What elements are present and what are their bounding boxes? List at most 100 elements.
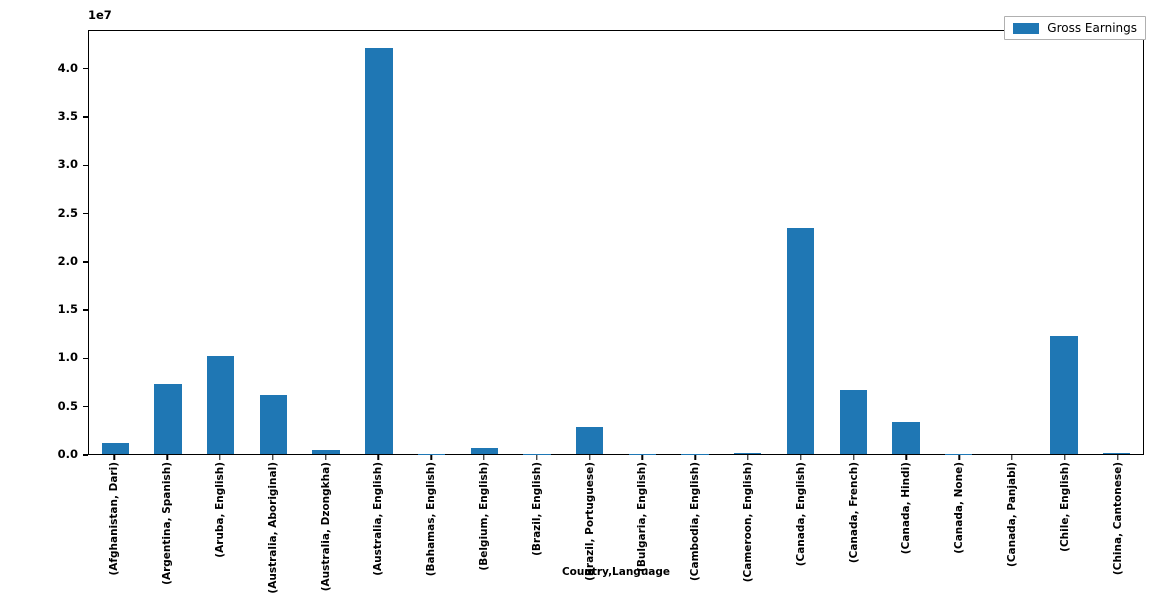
x-axis-tick-label: (Canada, French) <box>848 462 860 563</box>
bar-slot <box>985 31 1038 454</box>
bar[interactable] <box>102 443 129 454</box>
x-axis-tick-label: (Brazil, English) <box>531 462 543 556</box>
x-axis-tick-label: (China, Cantonese) <box>1112 462 1124 575</box>
bar-slot <box>142 31 195 454</box>
y-axis-tick-label: 3.0 <box>58 157 78 171</box>
bar-slot <box>511 31 564 454</box>
x-axis-tick-mark <box>536 455 537 460</box>
bar[interactable] <box>734 453 761 454</box>
x-axis-tick-mark <box>958 455 959 460</box>
x-axis-tick: (Bulgaria, English) <box>616 455 669 565</box>
x-axis-tick: (Chile, English) <box>1038 455 1091 565</box>
x-axis-tick-label: (Aruba, English) <box>214 462 226 558</box>
bar[interactable] <box>1103 453 1130 454</box>
x-axis-tick-label: (Bahamas, English) <box>425 462 437 576</box>
x-axis-tick-label: (Canada, Panjabi) <box>1006 462 1018 567</box>
bar[interactable] <box>1050 336 1077 454</box>
x-axis-tick-mark <box>272 455 273 460</box>
x-axis-tick: (China, Cantonese) <box>1091 455 1144 565</box>
x-axis-tick-mark <box>642 455 643 460</box>
bar-slot <box>880 31 933 454</box>
y-axis-tick-label: 4.0 <box>58 61 78 75</box>
bar[interactable] <box>154 384 181 455</box>
y-axis-offset-label: 1e7 <box>88 8 112 22</box>
bar[interactable] <box>260 395 287 454</box>
bar[interactable] <box>207 356 234 454</box>
bar-slot <box>458 31 511 454</box>
x-axis-tick: (Afghanistan, Dari) <box>88 455 141 565</box>
x-axis-tick-mark <box>430 455 431 460</box>
x-axis-tick: (Argentina, Spanish) <box>141 455 194 565</box>
bar-slot <box>405 31 458 454</box>
legend-color-swatch <box>1013 23 1039 34</box>
x-axis-tick-mark <box>1011 455 1012 460</box>
x-axis-tick-mark <box>114 455 115 460</box>
x-axis-tick-mark <box>906 455 907 460</box>
x-axis-tick: (Brazil, English) <box>510 455 563 565</box>
bar-slot <box>616 31 669 454</box>
x-axis-tick-label: (Afghanistan, Dari) <box>108 462 120 576</box>
x-axis-tick: (Bahamas, English) <box>405 455 458 565</box>
y-axis-tick-label: 1.5 <box>58 302 78 316</box>
bar-slot <box>774 31 827 454</box>
bar-slot <box>353 31 406 454</box>
y-axis-tick-label: 0.0 <box>58 447 78 461</box>
bars-layer <box>89 31 1143 454</box>
x-axis-tick-mark <box>694 455 695 460</box>
bar[interactable] <box>787 228 814 454</box>
x-axis-tick-mark <box>378 455 379 460</box>
bar-slot <box>721 31 774 454</box>
x-axis-tick-label: (Cameroon, English) <box>742 462 754 582</box>
x-axis-tick-mark <box>219 455 220 460</box>
bar[interactable] <box>892 422 919 454</box>
x-axis: (Afghanistan, Dari)(Argentina, Spanish) (… <box>88 455 1144 565</box>
x-axis-tick: (Canada, Panjabi) <box>986 455 1039 565</box>
bar-slot <box>827 31 880 454</box>
y-axis-tick-label: 1.0 <box>58 350 78 364</box>
x-axis-tick: (Cameroon, English) <box>722 455 775 565</box>
x-axis-tick: (Canada, English) <box>774 455 827 565</box>
x-axis-tick-label: (Canada, English) <box>795 462 807 566</box>
x-axis-tick-mark <box>589 455 590 460</box>
x-axis-tick-label: (Cambodia, English) <box>689 462 701 581</box>
y-axis-tick-label: 3.5 <box>58 109 78 123</box>
x-axis-tick: (Canada, French) <box>827 455 880 565</box>
x-axis-tick: (Canada, Hindi) <box>880 455 933 565</box>
x-axis-tick: (Australia, Dzongkha) <box>299 455 352 565</box>
x-axis-tick: (Australia, Aboriginal) <box>246 455 299 565</box>
y-axis-tick-label: 2.5 <box>58 206 78 220</box>
x-axis-tick: (Cambodia, English) <box>669 455 722 565</box>
x-axis-tick-label: (Canada, Hindi) <box>900 462 912 554</box>
bar-slot <box>89 31 142 454</box>
x-axis-tick-label: (Australia, English) <box>372 462 384 576</box>
x-axis-tick-label: (Brazil, Portuguese) <box>584 462 596 581</box>
x-axis-tick-mark <box>747 455 748 460</box>
x-axis-tick: (Australia, English) <box>352 455 405 565</box>
bar[interactable] <box>365 48 392 454</box>
x-axis-tick-mark <box>483 455 484 460</box>
bar[interactable] <box>840 390 867 454</box>
bar-slot <box>247 31 300 454</box>
y-axis: 0.00.51.01.52.02.53.03.54.0 <box>0 30 88 455</box>
x-axis-tick-label: (Canada, None) <box>953 462 965 554</box>
bar-slot <box>669 31 722 454</box>
plot-area <box>88 30 1144 455</box>
legend-label: Gross Earnings <box>1047 21 1137 35</box>
bar-slot <box>194 31 247 454</box>
bar-slot <box>563 31 616 454</box>
x-axis-tick: (Belgium, English) <box>458 455 511 565</box>
x-axis-tick-mark <box>800 455 801 460</box>
x-axis-tick-mark <box>325 455 326 460</box>
x-axis-tick: (Brazil, Portuguese) <box>563 455 616 565</box>
x-axis-tick-label: (Chile, English) <box>1059 462 1071 552</box>
bar[interactable] <box>312 450 339 454</box>
y-axis-tick-label: 0.5 <box>58 399 78 413</box>
x-axis-tick-mark <box>166 455 167 460</box>
bar[interactable] <box>576 427 603 454</box>
y-axis-tick-label: 2.0 <box>58 254 78 268</box>
x-axis-tick-mark <box>1064 455 1065 460</box>
bar-slot <box>1038 31 1091 454</box>
bar[interactable] <box>471 448 498 454</box>
bar-slot <box>932 31 985 454</box>
x-axis-tick-mark <box>853 455 854 460</box>
